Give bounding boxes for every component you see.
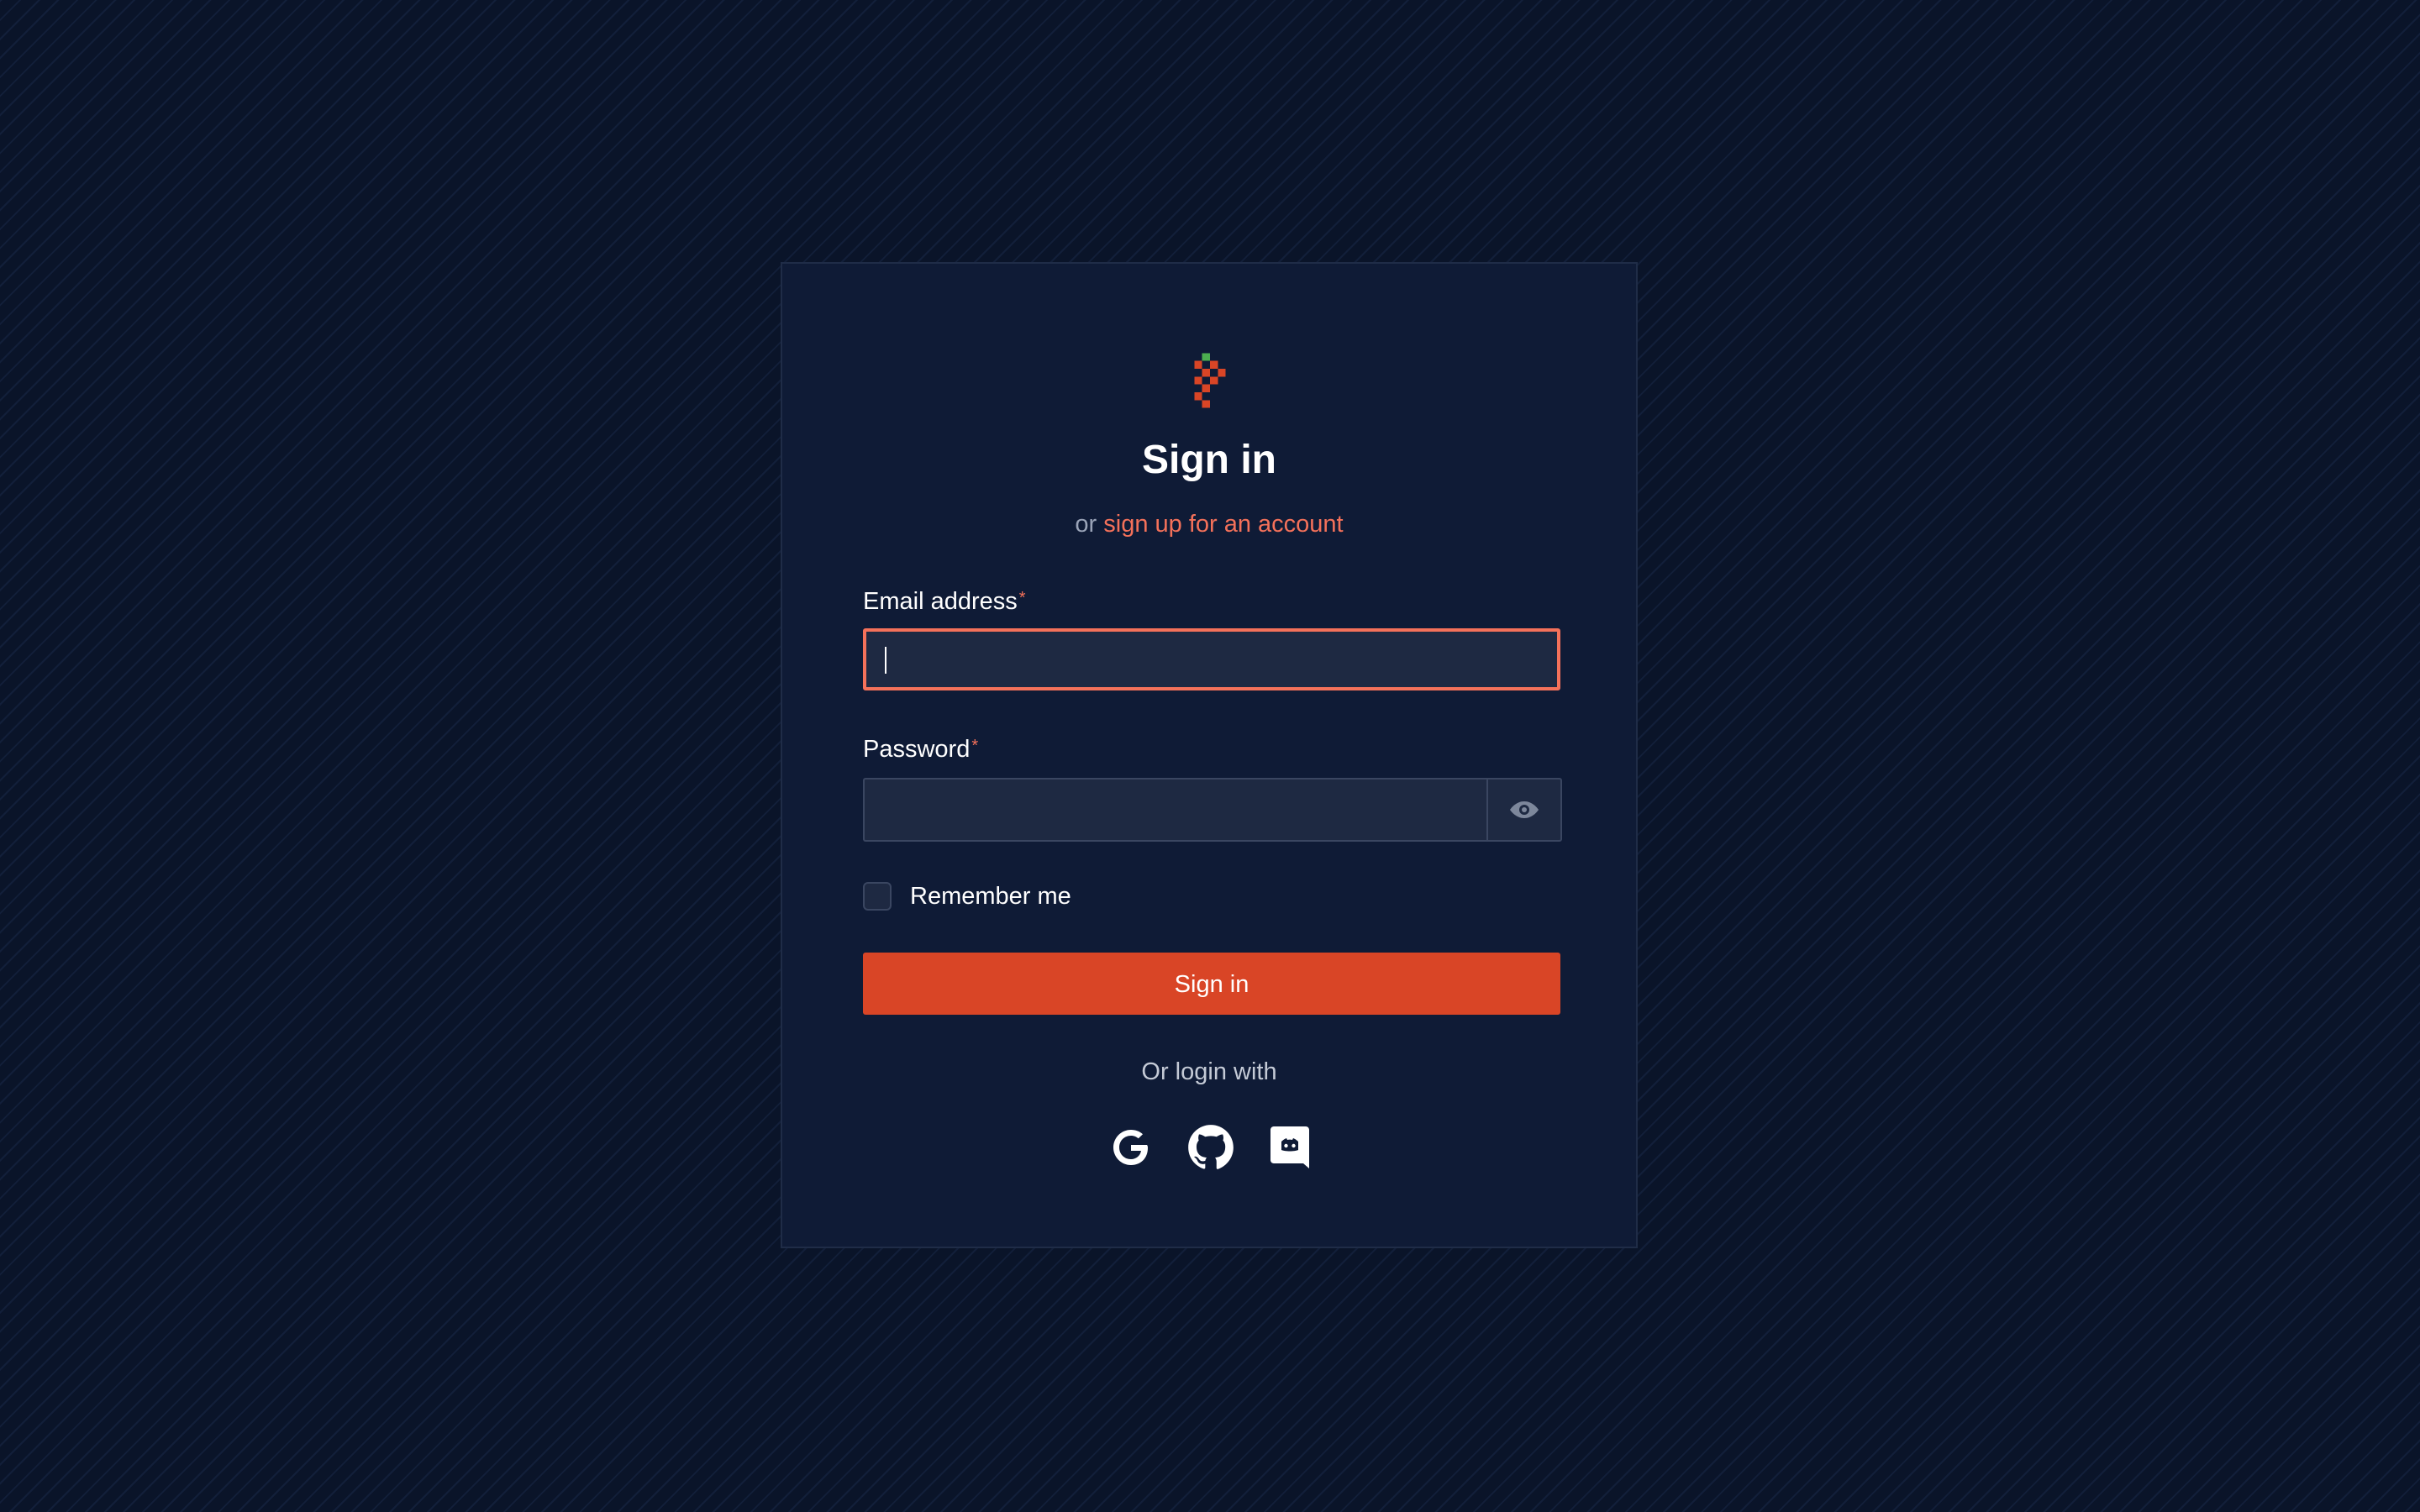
- google-icon: [1113, 1130, 1148, 1165]
- password-label: Password *: [863, 732, 978, 766]
- social-login-buttons: [782, 1121, 1636, 1174]
- remember-me-label[interactable]: Remember me: [910, 879, 1071, 913]
- required-marker: *: [1018, 589, 1026, 607]
- password-field[interactable]: [863, 778, 1486, 842]
- required-marker: *: [971, 737, 979, 755]
- social-login-heading: Or login with: [1141, 1058, 1277, 1085]
- github-login-button[interactable]: [1184, 1121, 1238, 1174]
- signup-prefix: or: [1075, 511, 1097, 538]
- github-icon: [1188, 1125, 1234, 1169]
- sign-in-button[interactable]: Sign in: [863, 953, 1560, 1015]
- signup-prompt: or sign up for an account: [782, 507, 1636, 541]
- pixel-berry-logo-icon: [1194, 353, 1226, 408]
- signup-link[interactable]: sign up for an account: [1103, 511, 1343, 538]
- discord-login-button[interactable]: [1263, 1121, 1317, 1174]
- email-label: Email address *: [863, 585, 1026, 618]
- sign-in-card: Sign in or sign up for an account Email …: [781, 262, 1638, 1248]
- google-login-button[interactable]: [1104, 1121, 1158, 1174]
- email-field[interactable]: [863, 628, 1560, 690]
- text-caret: [885, 647, 886, 674]
- password-label-text: Password: [863, 736, 971, 763]
- eye-icon: [1510, 801, 1539, 818]
- discord-icon: [1270, 1126, 1309, 1168]
- toggle-password-visibility-button[interactable]: [1486, 778, 1562, 842]
- remember-me-checkbox[interactable]: [863, 882, 892, 911]
- email-label-text: Email address: [863, 588, 1018, 615]
- page-title: Sign in: [1142, 438, 1276, 482]
